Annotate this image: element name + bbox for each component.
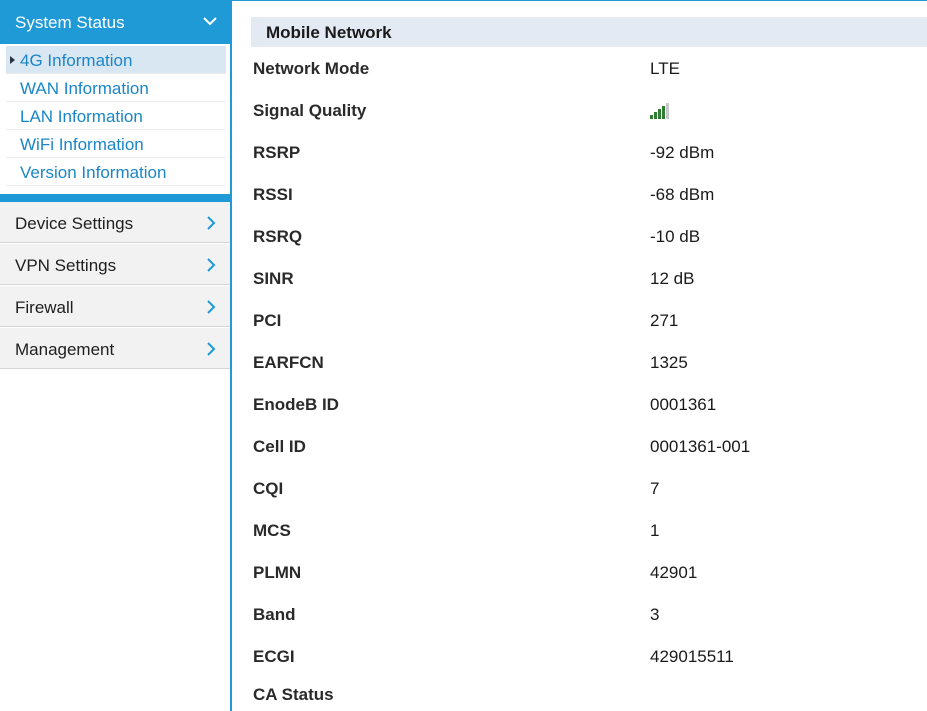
- sidebar-border: [230, 0, 232, 711]
- sidebar-item-wifi-information[interactable]: WiFi Information: [6, 130, 226, 158]
- info-row-value: -68 dBm: [650, 185, 715, 204]
- info-row-value: 1: [650, 521, 660, 540]
- info-row-value: 0001361-001: [650, 437, 751, 456]
- info-row-signal-quality: Signal Quality: [253, 90, 927, 132]
- info-row-value: -92 dBm: [650, 143, 715, 162]
- info-row-label: RSSI: [253, 185, 293, 204]
- info-row-cell-id: Cell ID 0001361-001: [253, 426, 927, 468]
- sidebar-item-label: WiFi Information: [20, 135, 144, 154]
- info-row-plmn: PLMN 42901: [253, 552, 927, 594]
- sidebar-item-label: LAN Information: [20, 107, 143, 126]
- sidebar-item-label: Version Information: [20, 163, 167, 182]
- chevron-right-icon: [207, 300, 216, 314]
- router-admin-page: System Status 4G Information WAN Informa…: [0, 0, 927, 711]
- info-row-cqi: CQI 7: [253, 468, 927, 510]
- info-row-value: -10 dB: [650, 227, 701, 246]
- info-row-band: Band 3: [253, 594, 927, 636]
- sidebar-item-firewall[interactable]: Firewall: [0, 286, 230, 327]
- info-row-value: 42901: [650, 563, 698, 582]
- info-row-enodeb-id: EnodeB ID 0001361: [253, 384, 927, 426]
- info-row-rsrp: RSRP -92 dBm: [253, 132, 927, 174]
- chevron-down-icon: [203, 17, 217, 26]
- sidebar-item-device-settings[interactable]: Device Settings: [0, 202, 230, 243]
- sidebar-item-management[interactable]: Management: [0, 328, 230, 369]
- info-row-label: RSRP: [253, 143, 301, 162]
- sidebar-item-wan-information[interactable]: WAN Information: [6, 74, 226, 102]
- info-row-rssi: RSSI -68 dBm: [253, 174, 927, 216]
- info-row-value: 7: [650, 479, 660, 498]
- signal-bars-icon: [650, 103, 669, 119]
- info-row-sinr: SINR 12 dB: [253, 258, 927, 300]
- info-row-label: PCI: [253, 311, 282, 330]
- sidebar-item-label: Device Settings: [15, 214, 134, 233]
- info-row-label: Cell ID: [253, 437, 306, 456]
- info-row-label: EnodeB ID: [253, 395, 339, 414]
- signal-bar: [654, 112, 657, 119]
- info-row-label: ECGI: [253, 647, 295, 666]
- info-row-label: Signal Quality: [253, 101, 367, 120]
- info-row-label: EARFCN: [253, 353, 324, 372]
- info-row-value: 12 dB: [650, 269, 695, 288]
- content-top-border: [232, 0, 927, 1]
- info-row-label: SINR: [253, 269, 294, 288]
- sidebar-item-version-information[interactable]: Version Information: [6, 158, 226, 186]
- info-row-label: Band: [253, 605, 296, 624]
- info-row-mcs: MCS 1: [253, 510, 927, 552]
- sidebar-item-vpn-settings[interactable]: VPN Settings: [0, 244, 230, 285]
- signal-bar: [662, 106, 665, 119]
- signal-bar: [658, 109, 661, 119]
- info-row-value: 0001361: [650, 395, 717, 414]
- info-row-label: MCS: [253, 521, 291, 540]
- info-row-label: RSRQ: [253, 227, 303, 246]
- info-row-label: Network Mode: [253, 59, 370, 78]
- info-row-label: PLMN: [253, 563, 302, 582]
- sidebar-item-label: WAN Information: [20, 79, 149, 98]
- signal-bar: [666, 103, 669, 119]
- sidebar-item-label: Management: [15, 340, 115, 359]
- chevron-right-icon: [207, 258, 216, 272]
- info-row-value: 1325: [650, 353, 688, 372]
- sidebar-section-title: System Status: [15, 13, 125, 32]
- sidebar-item-label: Firewall: [15, 298, 74, 317]
- info-row-earfcn: EARFCN 1325: [253, 342, 927, 384]
- sidebar-section-divider: [0, 194, 230, 202]
- sidebar: System Status 4G Information WAN Informa…: [0, 0, 230, 711]
- sidebar-item-label: 4G Information: [20, 51, 133, 70]
- info-row-value: 271: [650, 311, 679, 330]
- info-row-label: CA Status: [253, 685, 334, 704]
- sidebar-item-label: VPN Settings: [15, 256, 117, 275]
- caret-right-icon: [10, 56, 15, 64]
- sidebar-subitems: 4G Information WAN Information LAN Infor…: [0, 46, 230, 186]
- info-row-rsrq: RSRQ -10 dB: [253, 216, 927, 258]
- info-row-label: CQI: [253, 479, 284, 498]
- signal-bar: [650, 115, 653, 119]
- info-row-ca-status: CA Status: [253, 674, 927, 711]
- chevron-right-icon: [207, 216, 216, 230]
- panel-title: Mobile Network: [266, 23, 392, 42]
- sidebar-item-lan-information[interactable]: LAN Information: [6, 102, 226, 130]
- info-row-ecgi: ECGI 429015511: [253, 636, 927, 678]
- sidebar-item-4g-information[interactable]: 4G Information: [6, 46, 226, 74]
- info-row-pci: PCI 271: [253, 300, 927, 342]
- info-row-network-mode: Network Mode LTE: [253, 48, 927, 90]
- info-row-value: LTE: [650, 59, 680, 78]
- sidebar-section-system-status[interactable]: System Status: [0, 0, 230, 44]
- info-row-value: 3: [650, 605, 660, 624]
- chevron-right-icon: [207, 342, 216, 356]
- info-row-value: 429015511: [650, 647, 734, 666]
- panel-header: Mobile Network: [251, 17, 927, 47]
